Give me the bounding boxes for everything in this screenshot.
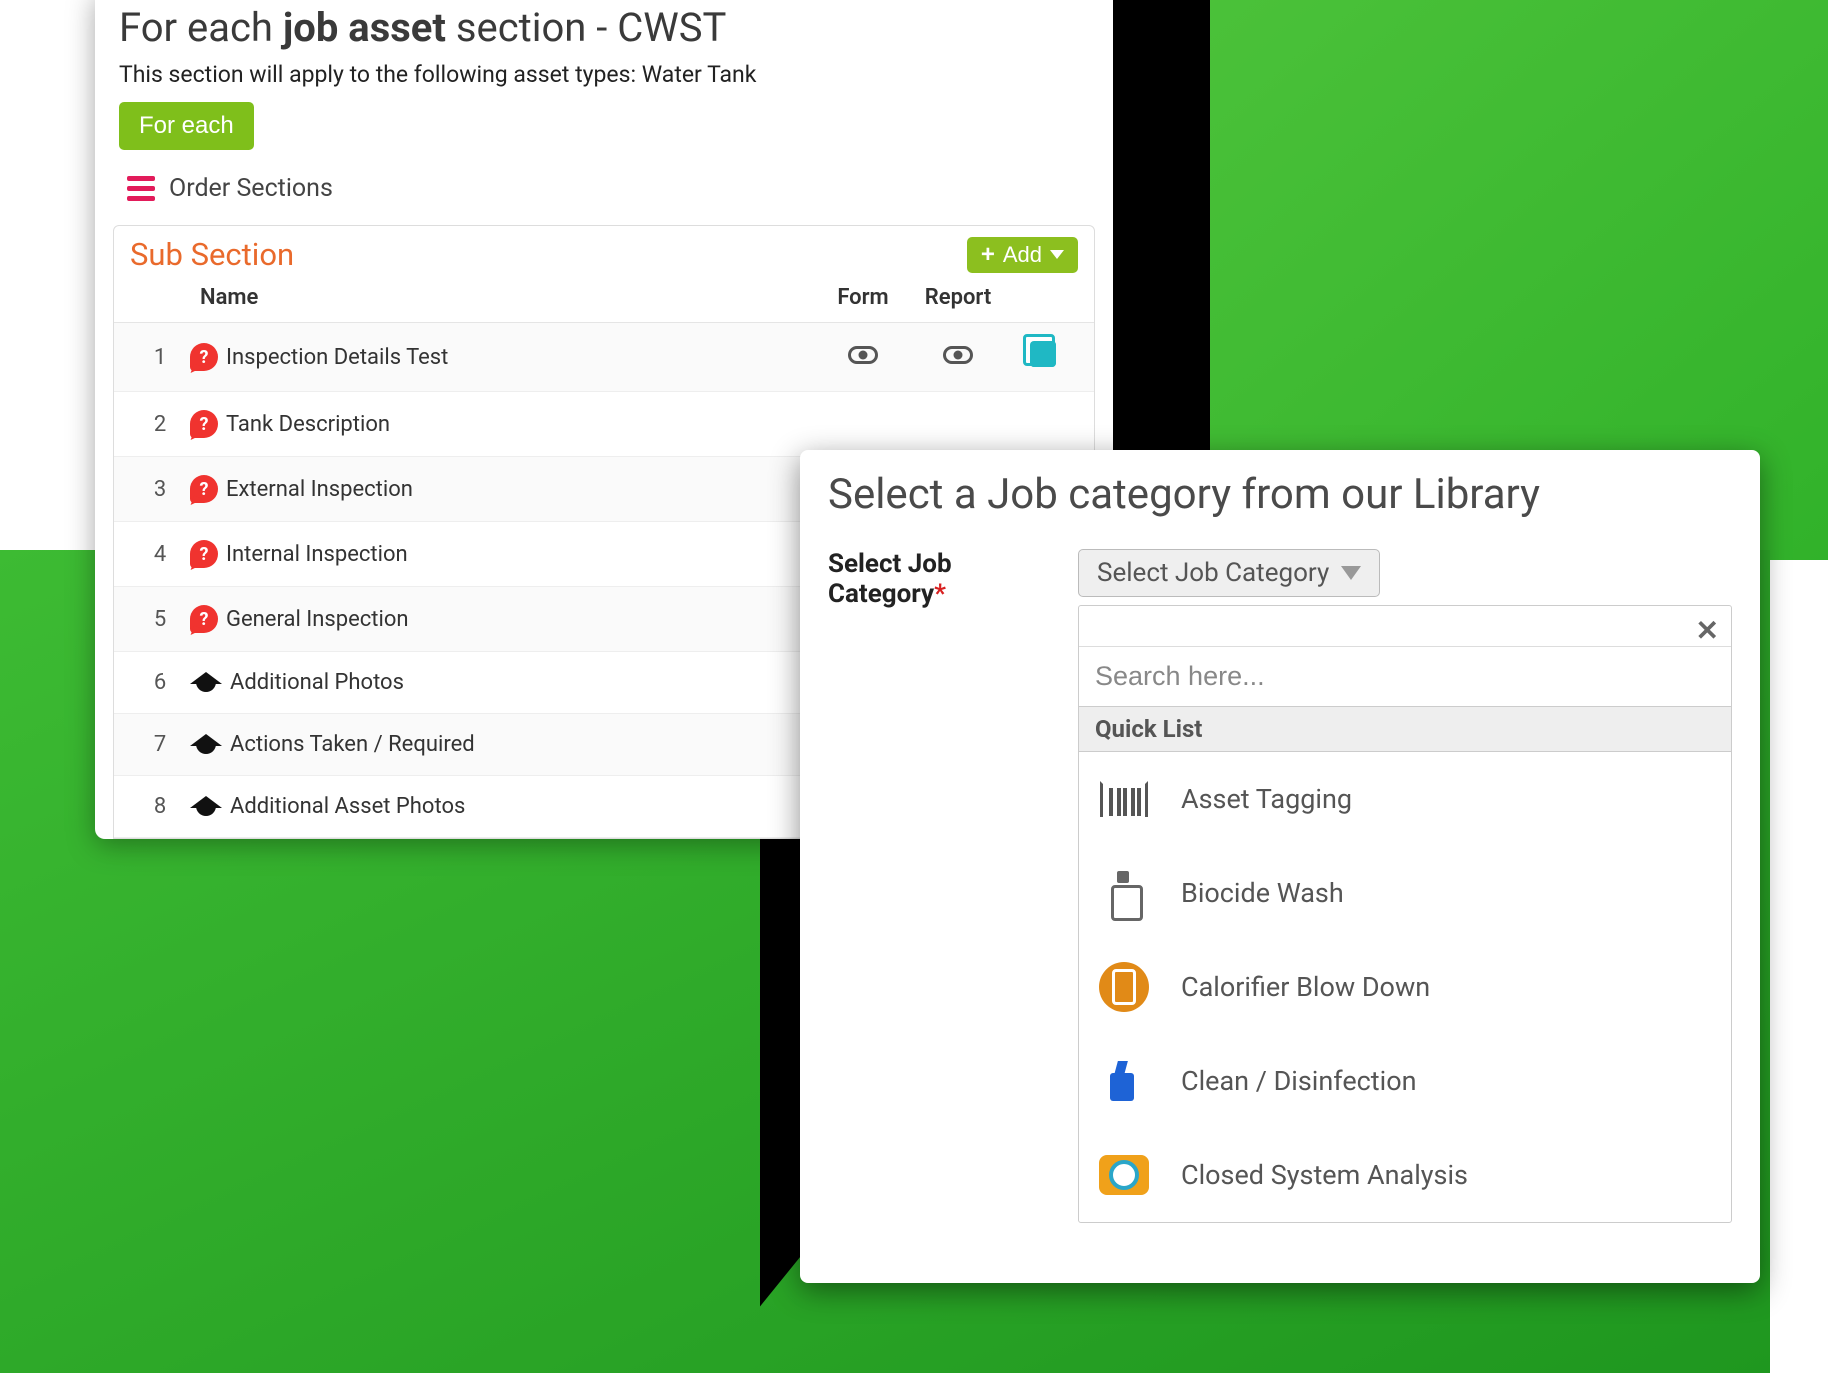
row-number: 7 — [130, 732, 190, 757]
eye-icon[interactable] — [848, 346, 878, 364]
list-item[interactable]: Clean / Disinfection — [1079, 1034, 1731, 1128]
row-number: 5 — [130, 607, 190, 632]
required-asterisk: * — [934, 579, 946, 609]
row-name: External Inspection — [226, 477, 413, 502]
list-item-label: Asset Tagging — [1181, 783, 1352, 815]
job-category-dropdown: ✕ Quick List Asset Tagging Biocide Wash Ca… — [1078, 605, 1732, 1223]
question-icon: ? — [190, 410, 218, 438]
graduate-icon — [190, 734, 222, 756]
barcode-icon — [1097, 774, 1151, 824]
list-item-label: Closed System Analysis — [1181, 1159, 1468, 1191]
clean-icon — [1097, 1056, 1151, 1106]
list-item[interactable]: Asset Tagging — [1079, 752, 1731, 846]
order-sections-label: Order Sections — [169, 174, 333, 203]
reorder-icon — [127, 176, 155, 201]
for-each-button[interactable]: For each — [119, 102, 254, 150]
dialog-title: Select a Job category from our Library — [828, 470, 1732, 519]
col-report: Report — [908, 285, 1008, 310]
spray-icon — [1097, 868, 1151, 918]
list-item[interactable]: Biocide Wash — [1079, 846, 1731, 940]
section-title-prefix: For each — [119, 4, 283, 51]
table-row[interactable]: 2? Tank Description — [114, 392, 1094, 457]
chevron-down-icon — [1341, 566, 1361, 580]
add-subsection-button[interactable]: + Add — [967, 237, 1078, 273]
row-name: Actions Taken / Required — [230, 732, 475, 757]
list-item-label: Biocide Wash — [1181, 877, 1344, 909]
eye-icon[interactable] — [943, 346, 973, 364]
close-icon[interactable]: ✕ — [1696, 614, 1719, 647]
question-icon: ? — [190, 343, 218, 371]
closed-icon — [1097, 1150, 1151, 1200]
question-icon: ? — [190, 475, 218, 503]
question-icon: ? — [190, 605, 218, 633]
subsection-column-headers: Name Form Report — [114, 279, 1094, 323]
plus-icon: + — [981, 241, 995, 269]
col-name: Name — [190, 285, 818, 310]
chevron-down-icon — [1050, 250, 1064, 259]
subsection-header: Sub Section + Add — [114, 226, 1094, 279]
list-item-label: Clean / Disinfection — [1181, 1065, 1417, 1097]
subsection-title: Sub Section — [130, 236, 294, 273]
quicklist[interactable]: Asset Tagging Biocide Wash Calorifier Blow… — [1079, 752, 1731, 1222]
row-name: Additional Asset Photos — [230, 794, 465, 819]
job-category-search-input[interactable] — [1079, 646, 1731, 706]
row-number: 1 — [130, 345, 190, 370]
section-title-suffix: section - CWST — [446, 4, 726, 51]
job-category-field: Select Job Category* Select Job Category… — [828, 549, 1732, 1223]
graduate-icon — [190, 672, 222, 694]
row-number: 6 — [130, 670, 190, 695]
row-number: 3 — [130, 477, 190, 502]
row-name: Tank Description — [226, 412, 390, 437]
copy-icon[interactable] — [1030, 341, 1056, 367]
graduate-icon — [190, 796, 222, 818]
section-title-bold: job asset — [283, 4, 446, 51]
quicklist-header: Quick List — [1079, 706, 1731, 752]
col-form: Form — [818, 285, 908, 310]
list-item-label: Calorifier Blow Down — [1181, 971, 1430, 1003]
row-number: 2 — [130, 412, 190, 437]
row-number: 4 — [130, 542, 190, 567]
list-item[interactable]: Closed System Analysis — [1079, 1128, 1731, 1222]
row-name: Inspection Details Test — [226, 345, 448, 370]
add-label: Add — [1003, 242, 1042, 268]
order-sections-button[interactable]: Order Sections — [127, 174, 1113, 203]
section-subtitle: This section will apply to the following… — [119, 61, 1089, 88]
job-category-select-placeholder: Select Job Category — [1097, 558, 1329, 588]
table-row[interactable]: 1? Inspection Details Test — [114, 323, 1094, 392]
job-category-select[interactable]: Select Job Category — [1078, 549, 1380, 597]
row-name: General Inspection — [226, 607, 409, 632]
calor-icon — [1097, 962, 1151, 1012]
row-name: Additional Photos — [230, 670, 404, 695]
row-number: 8 — [130, 794, 190, 819]
job-category-dialog: Select a Job category from our Library S… — [800, 450, 1760, 1283]
question-icon: ? — [190, 540, 218, 568]
row-name: Internal Inspection — [226, 542, 408, 567]
job-category-label: Select Job Category* — [828, 549, 1048, 1223]
section-title: For each job asset section - CWST — [119, 4, 1089, 51]
list-item[interactable]: Calorifier Blow Down — [1079, 940, 1731, 1034]
